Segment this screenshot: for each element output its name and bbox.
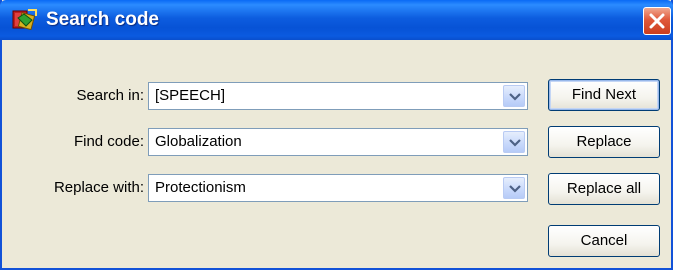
- find-code-combo[interactable]: Globalization: [148, 128, 528, 156]
- search-code-app-icon: [12, 8, 38, 32]
- chevron-down-icon: [509, 93, 521, 101]
- title-bar[interactable]: Search code: [0, 0, 673, 40]
- cancel-button[interactable]: Cancel: [548, 225, 660, 257]
- find-code-dropdown-button[interactable]: [503, 131, 525, 153]
- chevron-down-icon: [509, 185, 521, 193]
- close-icon: [649, 13, 665, 29]
- find-next-button[interactable]: Find Next: [548, 79, 660, 111]
- replace-with-value: Protectionism: [155, 179, 246, 196]
- close-button[interactable]: [643, 7, 671, 35]
- replace-with-dropdown-button[interactable]: [503, 177, 525, 199]
- chevron-down-icon: [509, 139, 521, 147]
- search-in-select[interactable]: [SPEECH]: [148, 82, 528, 110]
- replace-with-label: Replace with:: [53, 179, 144, 196]
- search-in-dropdown-button[interactable]: [503, 85, 525, 107]
- search-in-label: Search in:: [76, 87, 144, 104]
- search-in-value: [SPEECH]: [155, 87, 226, 104]
- replace-button[interactable]: Replace: [548, 126, 660, 158]
- find-code-label: Find code:: [73, 133, 144, 150]
- replace-with-combo[interactable]: Protectionism: [148, 174, 528, 202]
- search-code-dialog: Search code Search in: [SPEECH] Find Nex…: [0, 0, 673, 270]
- replace-all-button[interactable]: Replace all: [548, 173, 660, 205]
- window-title: Search code: [46, 9, 159, 30]
- find-code-value: Globalization: [155, 133, 242, 150]
